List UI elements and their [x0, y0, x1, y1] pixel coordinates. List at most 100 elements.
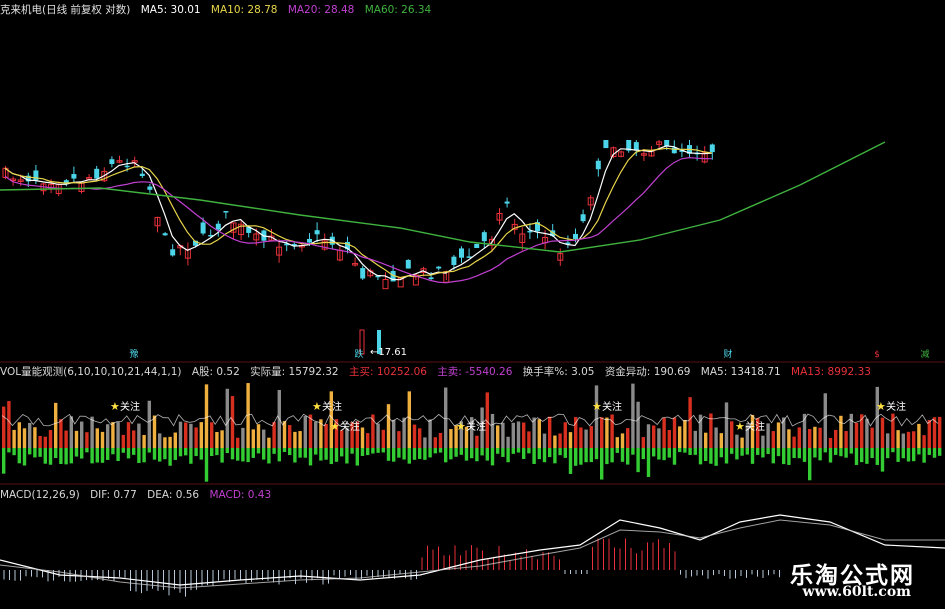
candle-body — [573, 233, 578, 239]
volume-bar — [225, 388, 229, 448]
candle-body — [664, 140, 670, 147]
volume-bar-down — [407, 448, 411, 464]
volume-bar-down — [828, 448, 833, 463]
volume-bar-down — [537, 448, 541, 460]
volume-bar-down — [438, 448, 443, 453]
candle-body — [451, 256, 457, 265]
candle-body — [360, 268, 366, 279]
volume-bar — [173, 432, 177, 448]
volume-bar-down — [54, 448, 58, 458]
volume-bar — [522, 422, 526, 448]
volume-bar — [100, 431, 105, 448]
candle-body — [71, 174, 77, 179]
volume-bar — [340, 430, 344, 448]
volume-bar — [865, 418, 869, 448]
volume-bar-down — [636, 448, 640, 473]
volume-bar — [818, 427, 822, 448]
volume-bar-down — [574, 448, 578, 466]
volume-bar — [792, 436, 796, 448]
candle-body — [504, 201, 510, 204]
volume-bar — [667, 430, 671, 448]
volume-bar-down — [766, 448, 770, 454]
volume-bar — [766, 423, 770, 448]
volume-bar-down — [376, 448, 380, 453]
volume-bar — [870, 427, 874, 448]
star-label: 关注 — [340, 420, 360, 433]
vol-a-shares: A股: 0.52 — [191, 366, 240, 378]
volume-bar — [147, 400, 151, 448]
volume-bar — [714, 427, 718, 448]
vol-ma13: MA13: 8992.33 — [791, 366, 871, 378]
volume-bar-down — [641, 448, 645, 460]
volume-bar — [927, 420, 931, 448]
volume-bar — [241, 427, 245, 448]
volume-bar — [678, 426, 682, 448]
volume-bar-down — [355, 448, 359, 466]
volume-bar-down — [750, 448, 755, 464]
volume-bar-down — [241, 448, 245, 462]
ma5-label: MA5: 30.01 — [140, 4, 201, 16]
volume-bar-down — [282, 448, 287, 453]
volume-bar — [506, 436, 510, 448]
volume-bar-down — [454, 448, 458, 457]
volume-bar — [210, 422, 214, 448]
volume-bar-down — [366, 448, 370, 456]
volume-bar — [137, 423, 141, 448]
volume-bar-down — [69, 448, 73, 464]
volume-legend: VOL量能观测(6,10,10,10,21,44,1,1) A股: 0.52 实… — [0, 365, 878, 379]
volume-bar-down — [771, 448, 775, 464]
volume-bar-down — [542, 448, 547, 463]
volume-bar — [615, 437, 619, 448]
marker-yu: 豫 — [129, 350, 139, 360]
volume-bar-down — [496, 448, 500, 454]
macd-legend: MACD(12,26,9) DIF: 0.77 DEA: 0.56 MACD: … — [0, 488, 278, 502]
volume-bar-down — [912, 448, 916, 462]
volume-bar-down — [132, 448, 136, 455]
volume-bar — [730, 421, 734, 448]
marker-die: 跌 — [354, 350, 364, 360]
volume-bar-down — [626, 448, 630, 465]
volume-bar-down — [288, 448, 292, 456]
volume-bar-down — [246, 448, 250, 463]
volume-bar-down — [397, 448, 401, 458]
volume-bar-down — [59, 448, 63, 465]
volume-bar — [381, 429, 385, 448]
candle-body — [139, 173, 145, 176]
volume-bar-down — [215, 448, 219, 456]
vol-abnormal: 资金异动: 190.69 — [604, 366, 691, 378]
candle-body — [580, 214, 586, 222]
volume-bar — [111, 422, 115, 448]
volume-bar-down — [470, 448, 474, 459]
volume-bar-down — [220, 448, 224, 463]
volume-bar-down — [428, 448, 432, 458]
macd-title: MACD(12,26,9) — [0, 489, 80, 501]
volume-bar — [272, 422, 276, 448]
volume-bar — [412, 424, 417, 448]
volume-bar-down — [137, 448, 141, 463]
candle-body — [314, 230, 320, 235]
candle-body — [474, 243, 480, 249]
volume-bar-down — [589, 448, 593, 463]
volume-bar — [672, 417, 677, 448]
volume-bar-down — [672, 448, 677, 465]
vol-main-buy: 主买: 10252.06 — [348, 366, 427, 378]
volume-bar-down — [230, 448, 235, 460]
volume-bar-down — [927, 448, 931, 455]
volume-bar — [90, 416, 94, 448]
volume-bar-down — [485, 448, 489, 461]
volume-bar — [184, 422, 188, 448]
volume-bar — [28, 422, 32, 448]
marker-jian: 减 — [920, 350, 930, 360]
volume-bar — [719, 433, 723, 448]
volume-bar-down — [584, 448, 588, 463]
volume-bar — [204, 384, 209, 448]
volume-bar — [797, 427, 801, 448]
volume-bar-down — [719, 448, 723, 458]
volume-bar — [501, 422, 505, 448]
volume-bar — [589, 426, 593, 448]
star-icon: ★ — [735, 420, 745, 433]
volume-bar-down — [678, 448, 682, 453]
volume-bar — [17, 422, 21, 448]
star-label: 关注 — [745, 420, 765, 433]
volume-bar — [735, 434, 739, 448]
